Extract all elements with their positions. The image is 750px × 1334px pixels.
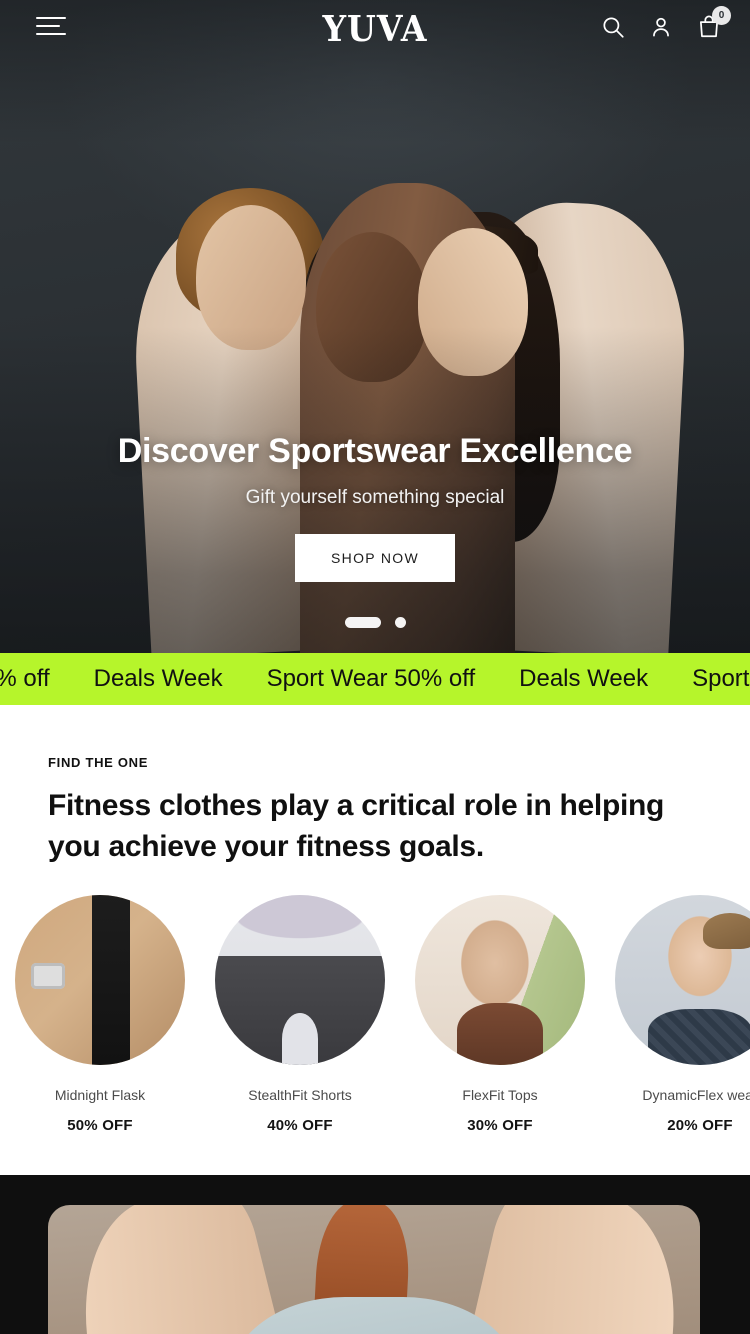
promo-marquee: r 50% off Deals Week Sport Wear 50% off … [0, 653, 750, 705]
search-icon[interactable] [600, 14, 626, 40]
hero-title: Discover Sportswear Excellence [117, 432, 633, 470]
marquee-item: r 50% off [0, 665, 50, 692]
product-carousel[interactable]: Midnight Flask 50% OFF StealthFit Shorts… [0, 895, 750, 1134]
product-name: StealthFit Shorts [248, 1087, 352, 1103]
shop-now-button[interactable]: SHOP NOW [295, 534, 455, 582]
product-card-flexfit-tops[interactable]: FlexFit Tops 30% OFF [415, 895, 585, 1134]
product-card-stealthfit-shorts[interactable]: StealthFit Shorts 40% OFF [215, 895, 385, 1134]
product-image [615, 895, 750, 1065]
page-root: YUVA 0 Discover Sportswear Excellence Gi… [0, 0, 750, 1334]
marquee-item: Sport Wear 50% off [692, 665, 750, 692]
find-the-one-section: FIND THE ONE Fitness clothes play a crit… [0, 705, 750, 1175]
dynamicflex-photo [615, 895, 750, 1065]
marquee-item: Deals Week [519, 665, 649, 692]
product-card-midnight-flask[interactable]: Midnight Flask 50% OFF [15, 895, 185, 1134]
hero-carousel-dots [0, 617, 750, 628]
product-card-dynamicflex-wear[interactable]: DynamicFlex wear 20% OFF [615, 895, 750, 1134]
section-eyebrow: FIND THE ONE [48, 755, 149, 770]
account-icon[interactable] [648, 14, 674, 40]
product-image [415, 895, 585, 1065]
cart-icon[interactable]: 0 [696, 6, 731, 40]
hero-subtitle: Gift yourself something special [245, 487, 505, 508]
hero-copy: Discover Sportswear Excellence Gift your… [0, 432, 750, 582]
feature-model-necklace [319, 1309, 429, 1334]
product-image [15, 895, 185, 1065]
product-image [215, 895, 385, 1065]
marquee-track: r 50% off Deals Week Sport Wear 50% off … [0, 665, 750, 693]
product-discount: 20% OFF [667, 1117, 733, 1134]
cart-count-badge: 0 [712, 6, 731, 25]
feature-image [48, 1205, 700, 1334]
product-discount: 40% OFF [267, 1117, 333, 1134]
product-discount: 30% OFF [467, 1117, 533, 1134]
flask-photo [15, 895, 185, 1065]
header-actions: 0 [600, 6, 731, 40]
product-discount: 50% OFF [67, 1117, 133, 1134]
carousel-dot[interactable] [394, 617, 406, 628]
marquee-item: Deals Week [93, 665, 223, 692]
section-headline: Fitness clothes play a critical role in … [48, 789, 665, 864]
tops-photo [415, 895, 585, 1065]
site-header: YUVA 0 [0, 0, 750, 56]
feature-model-arm-right [437, 1205, 700, 1334]
product-name: Midnight Flask [54, 1087, 146, 1103]
product-name: FlexFit Tops [462, 1087, 538, 1103]
dark-feature-section [0, 1175, 750, 1334]
product-name: DynamicFlex wear [642, 1087, 750, 1103]
carousel-dot-active[interactable] [344, 617, 381, 628]
marquee-item: Sport Wear 50% off [266, 665, 476, 692]
shorts-photo [215, 895, 385, 1065]
hero-banner: YUVA 0 Discover Sportswear Excellence Gi… [0, 0, 750, 653]
